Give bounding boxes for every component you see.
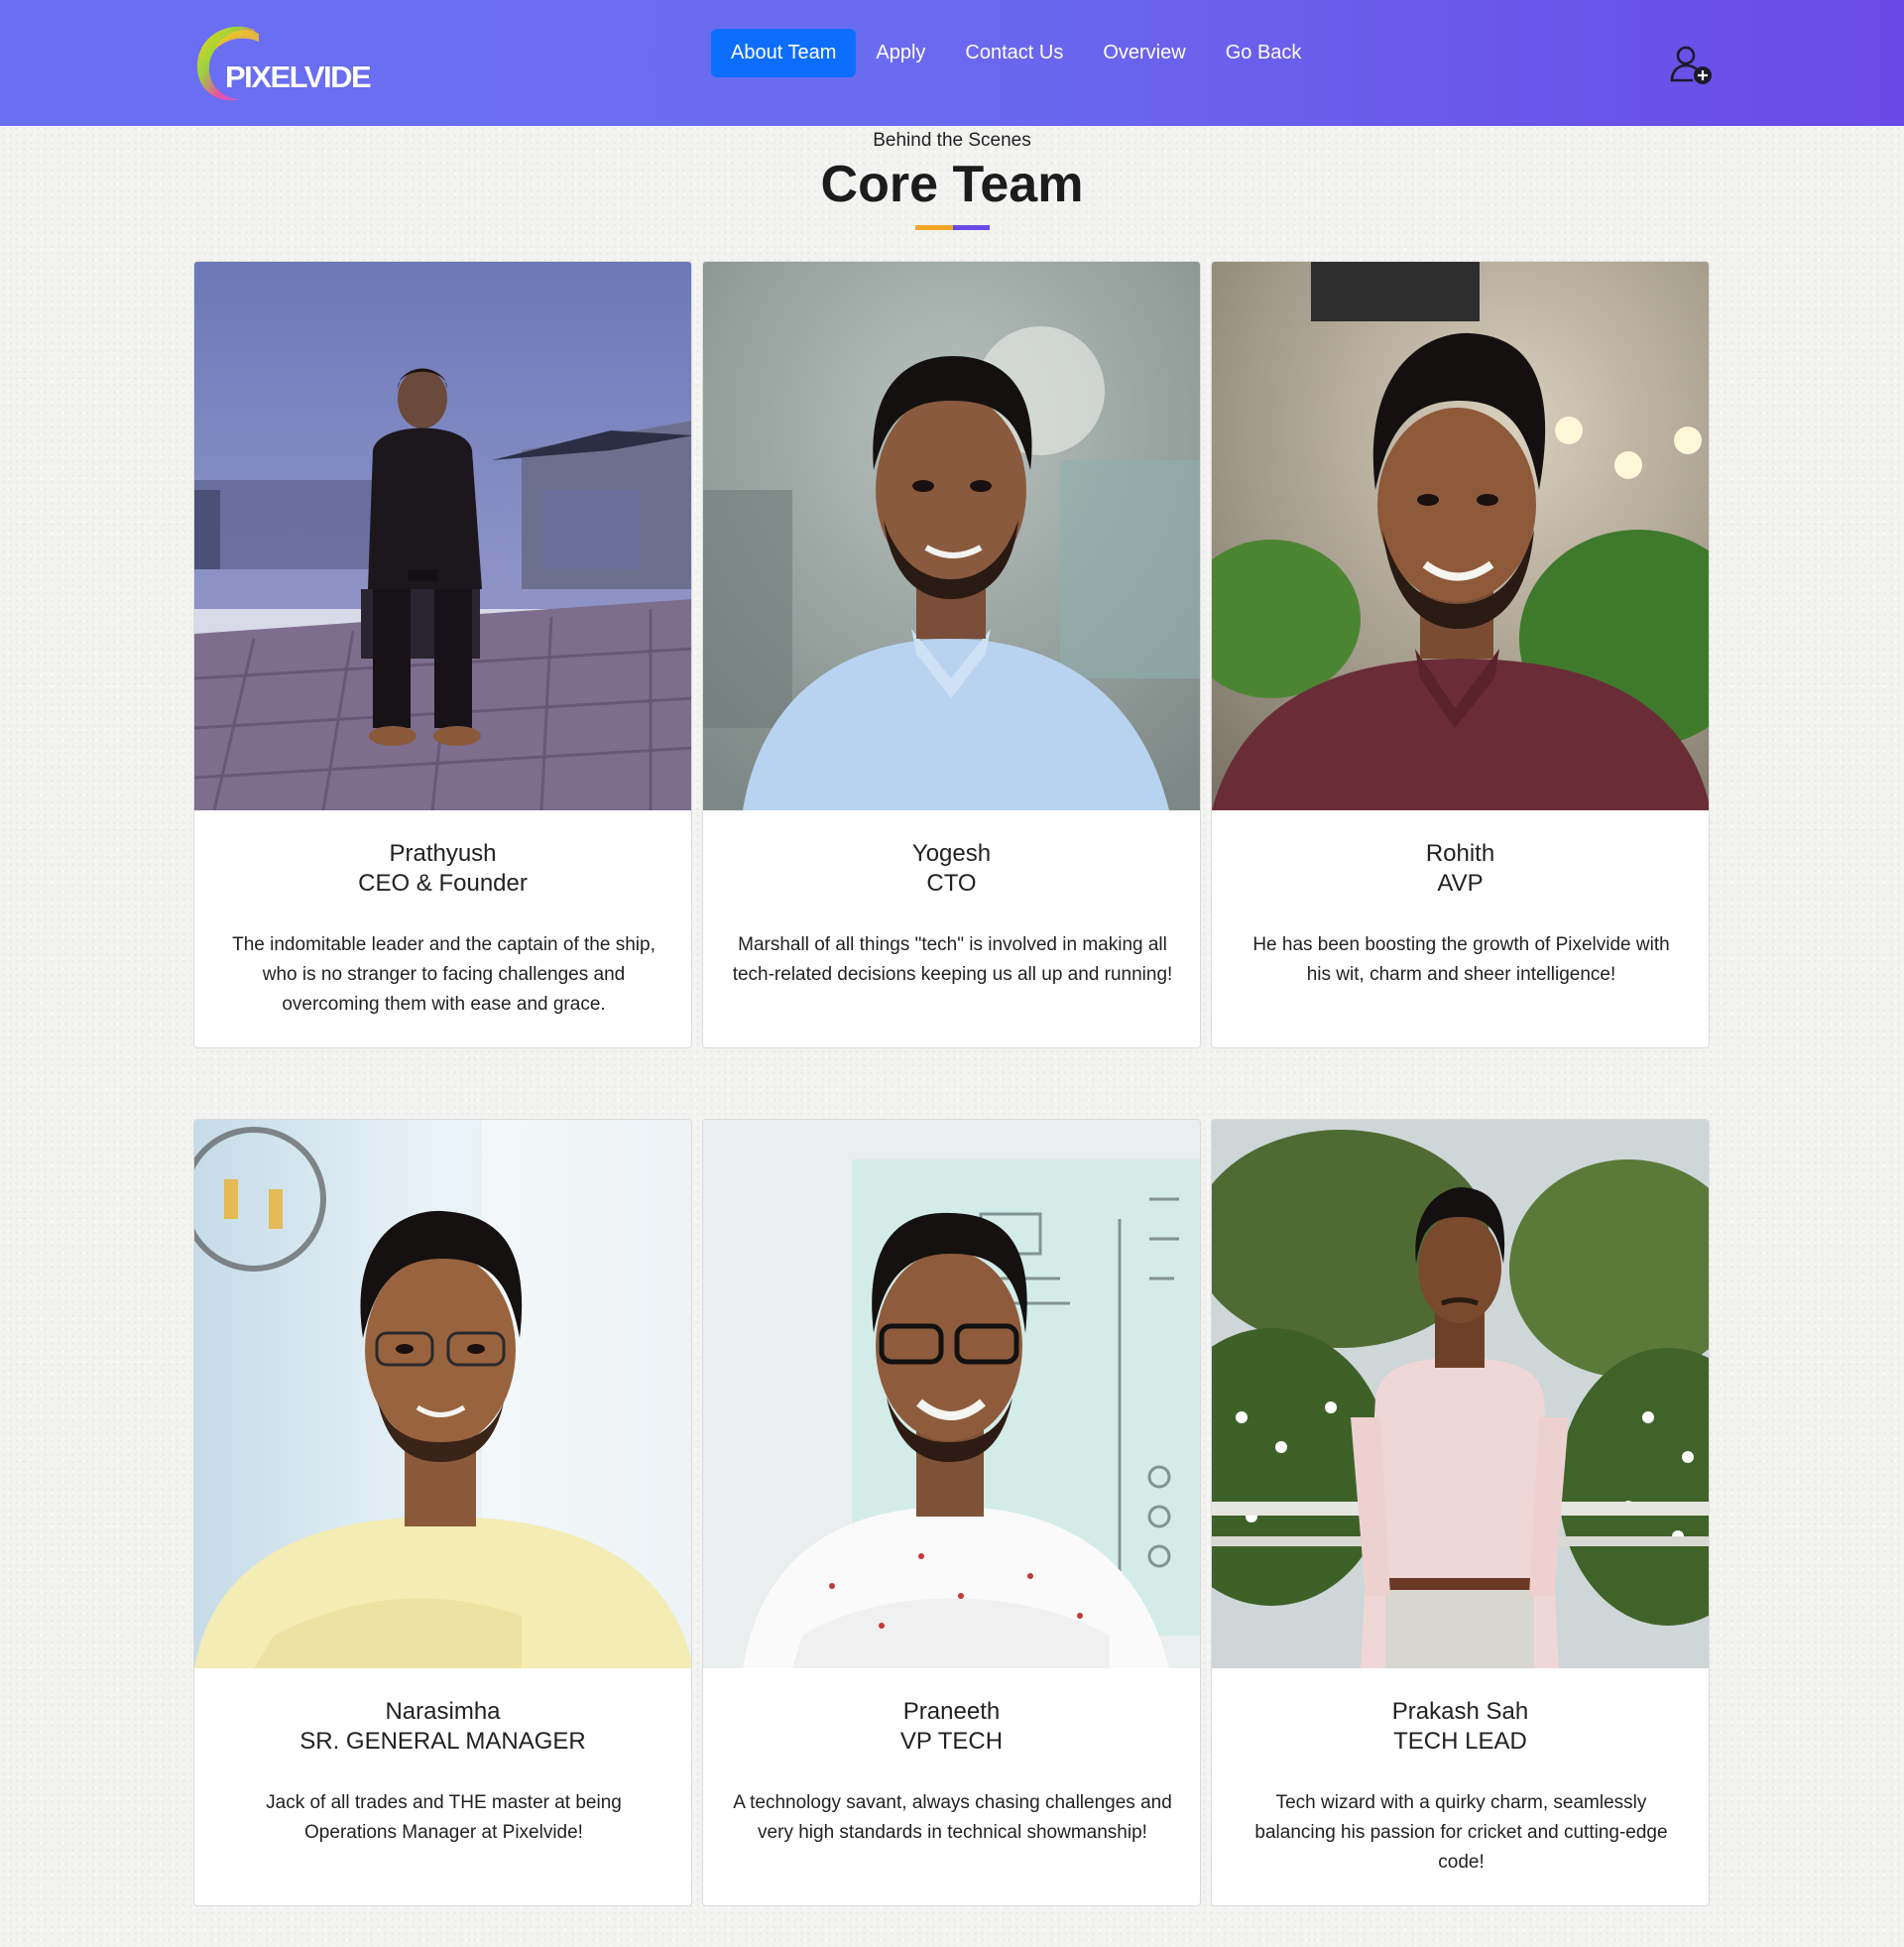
member-name: Rohith xyxy=(1425,840,1495,867)
portrait-light-blue-shirt-photo xyxy=(703,262,1200,810)
member-description: Tech wizard with a quirky charm, seamles… xyxy=(1254,1792,1668,1873)
member-role: TECH LEAD xyxy=(1393,1728,1527,1755)
brand-logo[interactable]: PIXELVIDE xyxy=(193,20,377,105)
member-role: CTO xyxy=(926,870,977,897)
nav-go-back[interactable]: Go Back xyxy=(1206,29,1322,77)
member-name: Prathyush xyxy=(389,840,497,867)
member-description: He has been boosting the growth of Pixel… xyxy=(1252,934,1670,985)
nav-overview[interactable]: Overview xyxy=(1083,29,1205,77)
top-navbar: PIXELVIDE About Team Apply Contact Us Ov… xyxy=(0,0,1904,126)
member-name: Narasimha xyxy=(385,1698,501,1725)
team-card-prathyush: Prathyush CEO & Founder The indomitable … xyxy=(193,261,692,1048)
team-card-yogesh: Yogesh CTO Marshall of all things "tech"… xyxy=(702,261,1201,1048)
member-name: Prakash Sah xyxy=(1391,1698,1529,1725)
team-card-narasimha: Narasimha SR. GENERAL MANAGER Jack of al… xyxy=(193,1119,692,1906)
underline-orange xyxy=(915,225,953,230)
user-plus-icon[interactable] xyxy=(1670,45,1714,86)
portrait-white-shirt-whiteboard-photo xyxy=(703,1120,1200,1668)
member-description: Marshall of all things "tech" is involve… xyxy=(732,934,1173,985)
member-name: Praneeth xyxy=(902,1698,1001,1725)
member-role: SR. GENERAL MANAGER xyxy=(299,1728,586,1755)
nav-apply[interactable]: Apply xyxy=(856,29,945,77)
person-standing-garden-photo xyxy=(1212,1120,1709,1668)
section-eyebrow: Behind the Scenes xyxy=(873,130,1031,151)
nav-about-team[interactable]: About Team xyxy=(711,29,857,77)
brand-name: PIXELVIDE xyxy=(225,60,372,94)
member-description: Jack of all trades and THE master at bei… xyxy=(266,1792,622,1843)
main-nav: About Team Apply Contact Us Overview Go … xyxy=(711,29,1321,77)
team-card-prakash-sah: Prakash Sah TECH LEAD Tech wizard with a… xyxy=(1211,1119,1710,1906)
team-card-rohith: Rohith AVP He has been boosting the grow… xyxy=(1211,261,1710,1048)
page-title: Core Team xyxy=(820,156,1084,213)
person-seated-rooftop-photo xyxy=(194,262,691,810)
underline-purple xyxy=(952,225,990,230)
portrait-maroon-shirt-photo xyxy=(1212,262,1709,810)
member-description: A technology savant, always chasing chal… xyxy=(733,1792,1172,1843)
member-name: Yogesh xyxy=(911,840,992,867)
member-role: CEO & Founder xyxy=(358,870,528,897)
member-description: The indomitable leader and the captain o… xyxy=(232,934,655,1015)
member-role: AVP xyxy=(1437,870,1484,897)
team-card-praneeth: Praneeth VP TECH A technology savant, al… xyxy=(702,1119,1201,1906)
member-role: VP TECH xyxy=(899,1728,1004,1755)
title-underline xyxy=(915,225,990,230)
portrait-yellow-shirt-photo xyxy=(194,1120,691,1668)
nav-contact-us[interactable]: Contact Us xyxy=(945,29,1083,77)
